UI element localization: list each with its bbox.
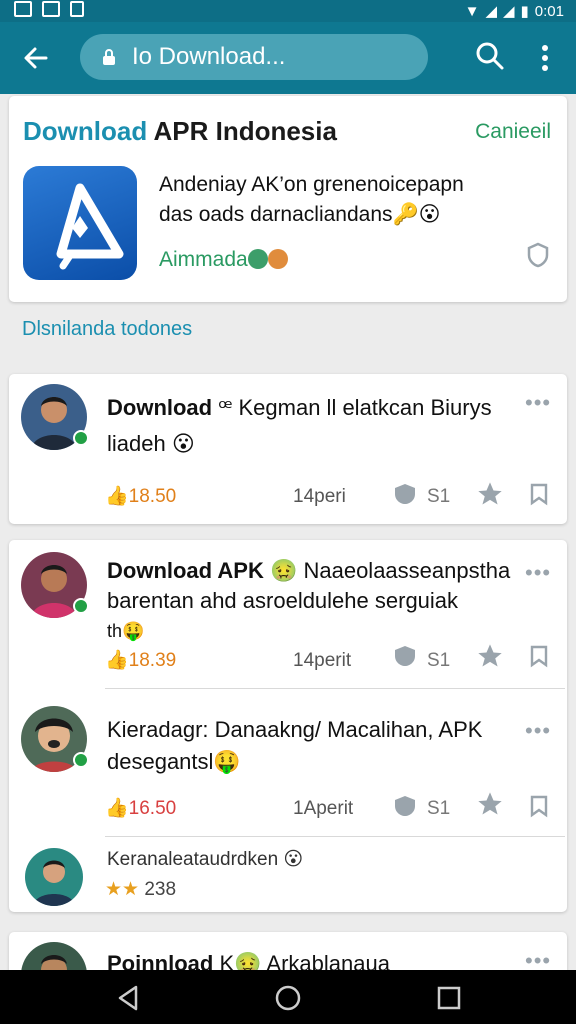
star-icon[interactable]	[475, 642, 505, 670]
battery-icon: ▮	[520, 3, 529, 20]
arrow-left-icon	[24, 47, 48, 69]
app-title: Download APR Indonesia	[23, 116, 337, 146]
avatar[interactable]	[25, 848, 83, 906]
divider	[105, 688, 565, 689]
nav-home-icon[interactable]	[273, 983, 303, 1013]
more-horiz-icon[interactable]: •••	[525, 390, 551, 416]
like-count: S1	[427, 650, 451, 671]
upvote-count[interactable]: 👍16.50	[105, 796, 176, 820]
verified-icon	[73, 430, 89, 446]
post-time: 1Aperit	[293, 798, 354, 819]
wifi-icon: ▼	[464, 2, 480, 20]
section-header: Dlsnilanda todones	[22, 318, 193, 340]
app-bar: Io Download...	[0, 22, 576, 94]
upvote-count[interactable]: 👍18.50	[105, 484, 176, 508]
post-time: 14perit	[293, 650, 352, 671]
more-horiz-icon[interactable]: •••	[525, 560, 551, 586]
app-logo-icon[interactable]	[23, 166, 137, 280]
developer-tag[interactable]: Aimmada	[159, 248, 288, 272]
system-nav-bar	[0, 970, 576, 1024]
badge-icon	[247, 249, 268, 269]
star-icon[interactable]	[475, 790, 505, 818]
stars-icon: ★★	[105, 879, 140, 900]
status-bar: ▼ ◢ ◢ ▮ 0:01	[0, 0, 576, 22]
star-icon[interactable]	[475, 480, 505, 508]
post-thread-card: Download APK 🤢 Naaeolaasseanpstha barent…	[9, 540, 567, 912]
address-search-field[interactable]: Io Download...	[80, 34, 428, 80]
like-count: S1	[427, 798, 451, 819]
post-card[interactable]: Download ꟹ Kegman ll elatkcan Biurys lia…	[9, 374, 567, 524]
shield-like-icon[interactable]	[393, 482, 417, 506]
back-button[interactable]	[18, 40, 54, 76]
shield-like-icon[interactable]	[393, 794, 417, 818]
bookmark-icon[interactable]	[527, 644, 551, 668]
bookmark-icon[interactable]	[527, 794, 551, 818]
post-text[interactable]: Kieradagr: Danaakng/ Macalihan, APK dese…	[107, 714, 527, 778]
gallery-icon	[14, 1, 32, 17]
lock-icon	[103, 49, 115, 65]
post-time: 14peri	[293, 486, 346, 507]
verified-icon	[73, 752, 89, 768]
cancel-button[interactable]: Canieeil	[475, 120, 551, 144]
app-info-card: Download APR Indonesia Canieeil Andeniay…	[9, 96, 567, 302]
post-text: Download ꟹ Kegman ll elatkcan Biurys lia…	[107, 395, 492, 456]
post-text[interactable]: Download APK 🤢 Naaeolaasseanpstha barent…	[107, 556, 527, 646]
bookmark-icon[interactable]	[527, 482, 551, 506]
search-field-text: Io Download...	[132, 43, 286, 70]
divider	[105, 836, 565, 837]
badge-icon	[267, 249, 288, 269]
more-horiz-icon[interactable]: •••	[525, 718, 551, 744]
flag-icon	[70, 1, 84, 17]
more-vert-icon[interactable]	[530, 38, 560, 78]
comment-text: Keranaleataudrdken 😮	[107, 849, 304, 870]
rating: ★★ 238	[105, 879, 177, 900]
gallery-icon	[42, 1, 60, 17]
verified-icon	[73, 598, 89, 614]
shield-like-icon[interactable]	[393, 644, 417, 668]
app-description: Andeniay AK’on grenenoicepapn das oads d…	[159, 173, 464, 226]
search-icon[interactable]	[472, 38, 508, 74]
nav-back-icon[interactable]	[114, 983, 144, 1013]
clock-text: 0:01	[534, 2, 564, 20]
like-count: S1	[427, 486, 451, 507]
nav-recents-icon[interactable]	[434, 983, 464, 1013]
shield-icon[interactable]	[527, 242, 549, 268]
signal-icon: ◢	[485, 3, 497, 20]
upvote-count[interactable]: 👍18.39	[105, 648, 176, 672]
signal-icon: ◢	[502, 3, 515, 20]
